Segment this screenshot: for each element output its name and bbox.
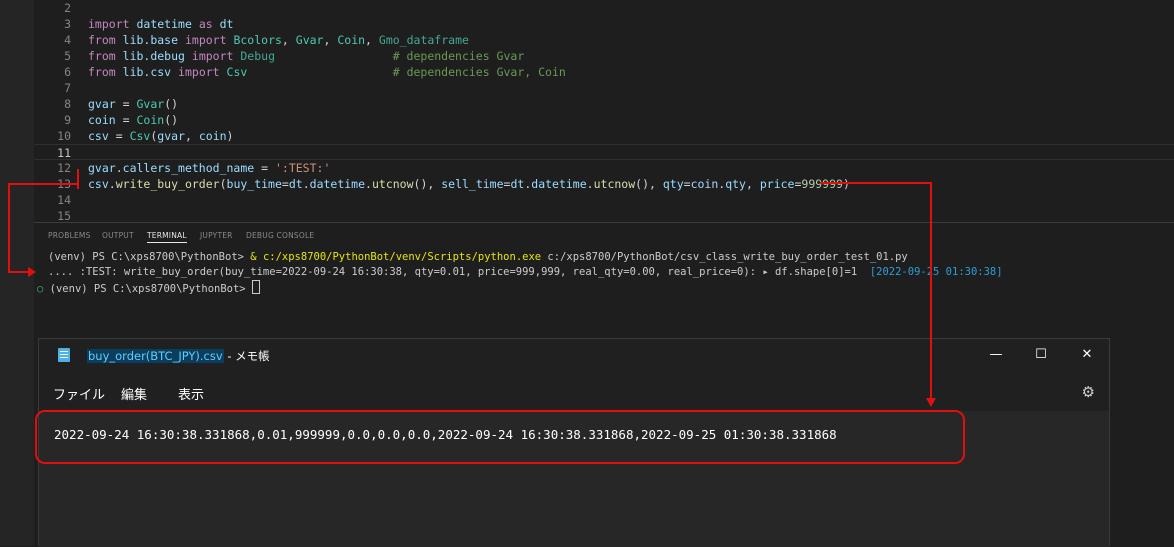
code-line: 4 from lib.base import Bcolors, Gvar, Coi… xyxy=(64,33,469,47)
code-text: from lib.csv import Csv # dependencies G… xyxy=(88,65,566,79)
notepad-menubar: ファイル 編集 表示 ⚙ xyxy=(39,379,1109,407)
tab-jupyter[interactable]: JUPYTER xyxy=(200,231,233,240)
code-text: csv.write_buy_order(buy_time=dt.datetime… xyxy=(88,177,850,191)
maximize-icon[interactable]: ☐ xyxy=(1030,345,1052,365)
code-line: 5 from lib.debug import Debug # dependenc… xyxy=(64,49,525,63)
code-text: import datetime as dt xyxy=(88,17,234,31)
notepad-titlebar[interactable]: buy_order(BTC_JPY).csv - メモ帳 — ☐ ✕ xyxy=(39,339,1109,371)
prompt-status-icon: ○ xyxy=(37,283,44,295)
code-line: 9 coin = Coin() xyxy=(64,113,179,127)
code-text: from lib.debug import Debug # dependenci… xyxy=(88,49,525,63)
code-text: gvar = Gvar() xyxy=(88,97,179,111)
annotation-highlight-box xyxy=(35,410,965,464)
code-line: 8 gvar = Gvar() xyxy=(64,97,179,111)
annotation-line xyxy=(8,183,78,185)
code-line: 13 csv.write_buy_order(buy_time=dt.dateti… xyxy=(57,177,850,191)
notepad-icon xyxy=(58,348,70,362)
code-line: 2 xyxy=(64,1,71,15)
window-title: buy_order(BTC_JPY).csv - メモ帳 xyxy=(87,349,270,363)
annotation-line xyxy=(8,183,10,273)
tab-terminal[interactable]: TERMINAL xyxy=(147,231,187,243)
code-text: csv = Csv(gvar, coin) xyxy=(88,129,234,143)
annotation-arrowhead xyxy=(28,267,36,277)
annotation-arrowhead xyxy=(926,398,936,407)
code-text: from lib.base import Bcolors, Gvar, Coin… xyxy=(88,33,469,47)
code-line: 12 gvar.callers_method_name = ':TEST:' xyxy=(57,161,331,175)
tab-debug-console[interactable]: DEBUG CONSOLE xyxy=(246,231,314,240)
code-line-current: 11 xyxy=(34,144,1174,160)
menu-view[interactable]: 表示 xyxy=(178,384,204,403)
code-text: gvar.callers_method_name = ':TEST:' xyxy=(88,161,331,175)
code-line: 10 csv = Csv(gvar, coin) xyxy=(57,129,234,143)
code-line: 3 import datetime as dt xyxy=(64,17,234,31)
settings-gear-icon[interactable]: ⚙ xyxy=(1082,383,1095,401)
code-line: 7 xyxy=(64,81,71,95)
terminal-line[interactable]: .... :TEST: write_buy_order(buy_time=202… xyxy=(48,265,1003,280)
tab-output[interactable]: OUTPUT xyxy=(102,231,134,240)
terminal-cursor xyxy=(251,280,260,294)
tab-problems[interactable]: PROBLEMS xyxy=(48,231,91,240)
menu-edit[interactable]: 編集 xyxy=(121,384,147,403)
annotation-line xyxy=(77,169,79,189)
code-line: 6 from lib.csv import Csv # dependencies … xyxy=(64,65,566,79)
menu-file[interactable]: ファイル xyxy=(53,384,105,403)
close-icon[interactable]: ✕ xyxy=(1076,345,1098,365)
code-line: 14 xyxy=(57,193,71,207)
terminal-line[interactable]: (venv) PS C:\xps8700\PythonBot> & c:/xps… xyxy=(48,250,908,265)
code-text: coin = Coin() xyxy=(88,113,179,127)
minimize-icon[interactable]: — xyxy=(985,345,1007,365)
annotation-line xyxy=(820,182,932,184)
code-editor[interactable]: 2 3 import datetime as dt 4 from lib.base … xyxy=(34,0,1174,223)
annotation-line xyxy=(930,182,932,400)
terminal-prompt[interactable]: ○ (venv) PS C:\xps8700\PythonBot> xyxy=(37,280,260,297)
